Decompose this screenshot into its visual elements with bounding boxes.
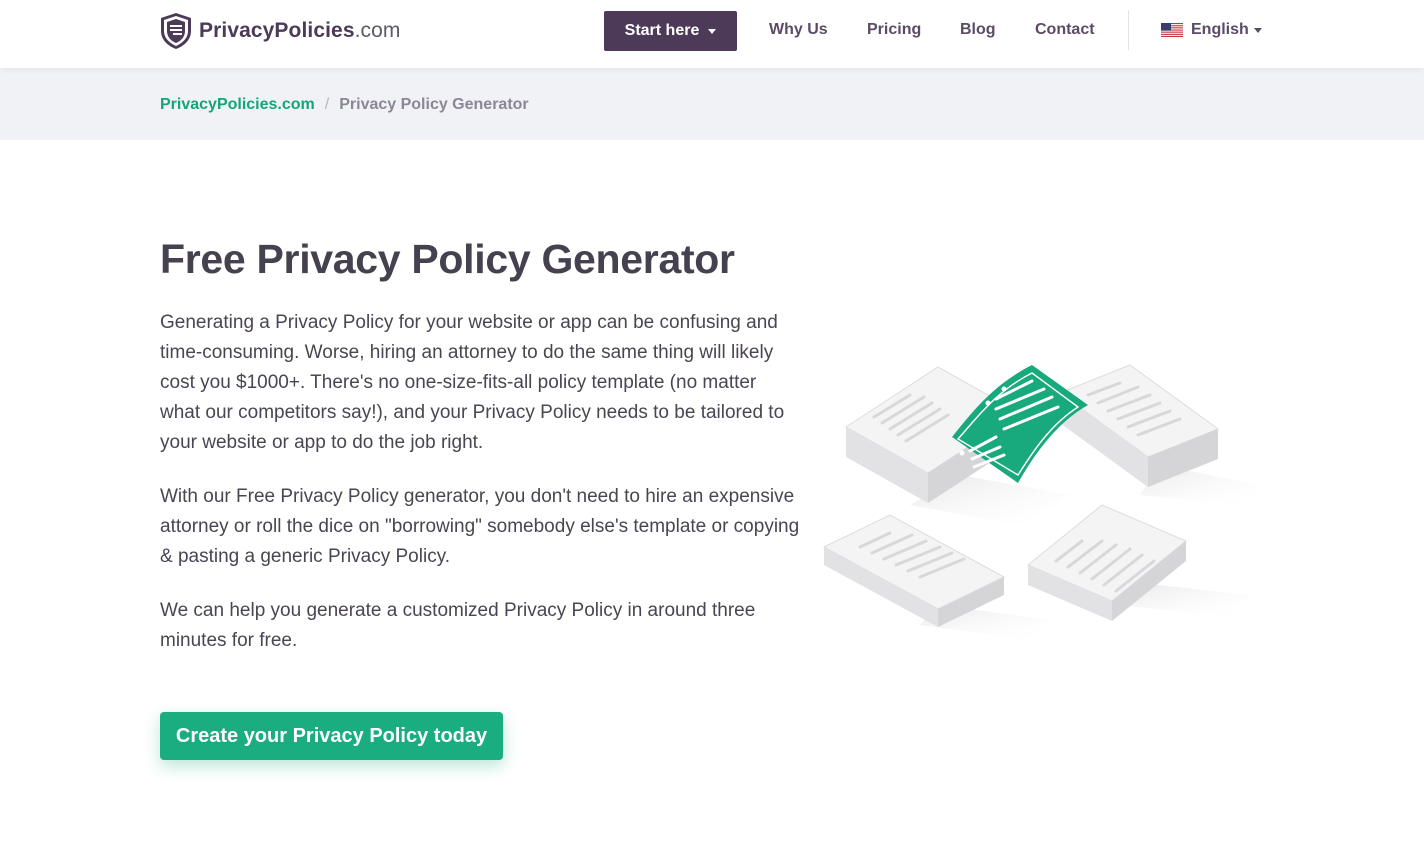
logo-text: PrivacyPolicies.com: [199, 19, 401, 42]
language-selector[interactable]: English: [1161, 21, 1262, 39]
nav-contact[interactable]: Contact: [1035, 21, 1095, 39]
caret-down-icon: [708, 28, 717, 34]
us-flag-icon: [1161, 23, 1183, 37]
site-header: PrivacyPolicies.com Start here Why Us Pr…: [0, 0, 1424, 68]
intro-paragraph: Generating a Privacy Policy for your web…: [160, 312, 785, 453]
generator-paragraph: With our Free Privacy Policy generator, …: [160, 486, 800, 567]
language-label: English: [1191, 21, 1249, 38]
caret-down-icon: [1253, 27, 1262, 33]
nav-why-us[interactable]: Why Us: [769, 21, 828, 39]
breadcrumb: PrivacyPolicies.com / Privacy Policy Gen…: [160, 96, 529, 114]
shield-logo-icon: [161, 13, 191, 49]
nav-divider: [1128, 10, 1129, 50]
breadcrumb-separator: /: [324, 96, 330, 113]
site-logo[interactable]: PrivacyPolicies.com: [160, 11, 401, 51]
document-stack-back-right: [1058, 364, 1260, 505]
document-stacks-illustration: [822, 364, 1260, 640]
breadcrumb-home-link[interactable]: PrivacyPolicies.com: [160, 96, 315, 114]
document-stack-front-right: [1027, 504, 1250, 621]
breadcrumb-current: Privacy Policy Generator: [339, 96, 529, 113]
help-paragraph: We can help you generate a customized Pr…: [160, 600, 756, 651]
nav-pricing[interactable]: Pricing: [867, 21, 921, 39]
start-here-button[interactable]: Start here: [604, 11, 737, 51]
page-title: Free Privacy Policy Generator: [160, 236, 735, 282]
nav-blog[interactable]: Blog: [960, 21, 996, 39]
create-policy-button[interactable]: Create your Privacy Policy today: [160, 712, 503, 760]
breadcrumb-band: PrivacyPolicies.com / Privacy Policy Gen…: [0, 68, 1424, 140]
start-here-label: Start here: [624, 22, 700, 39]
document-stack-front-left: [822, 514, 1050, 640]
